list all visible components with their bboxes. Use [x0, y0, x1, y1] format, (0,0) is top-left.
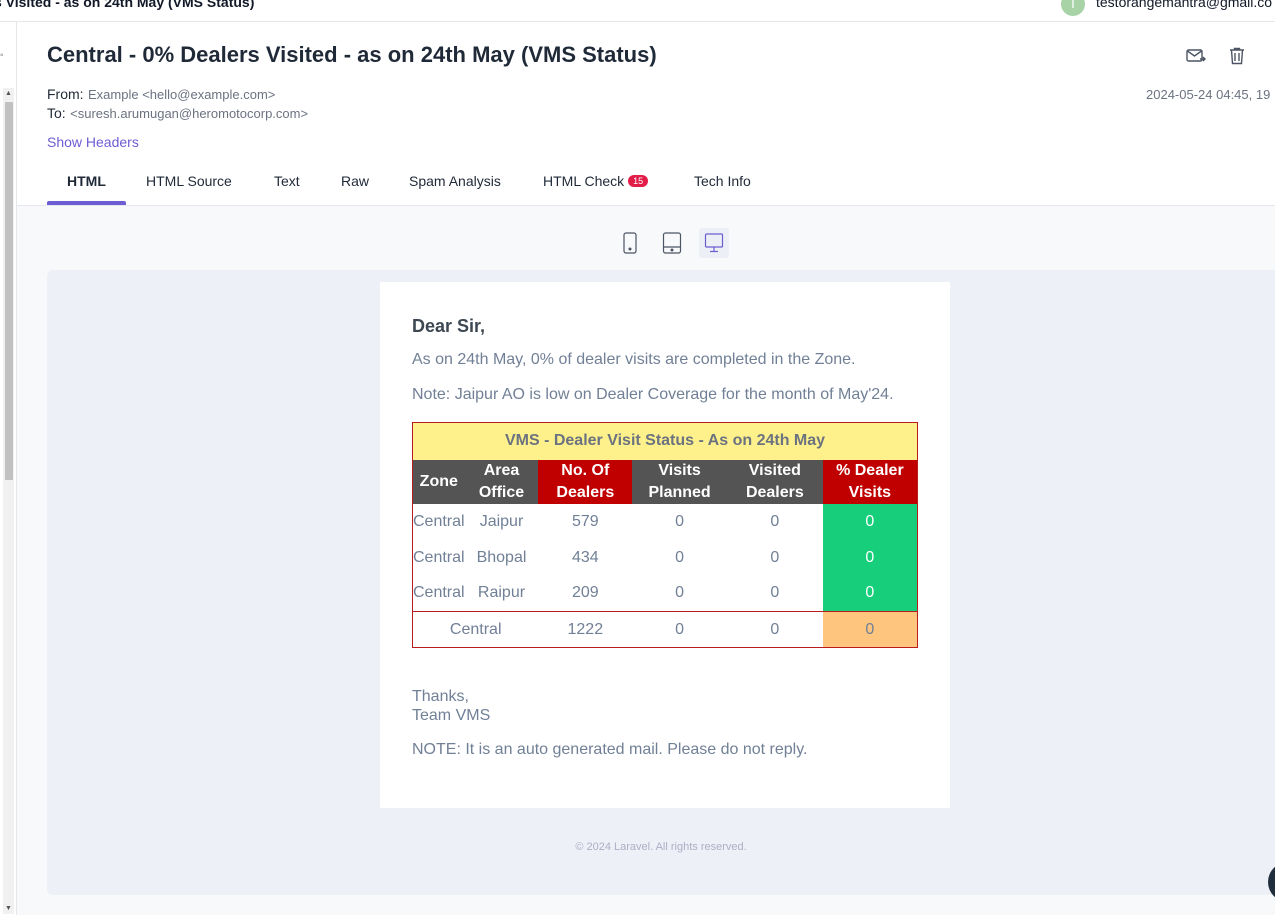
table-header-row: Zone Area Office No. Of Dealers Visits P…: [412, 459, 918, 504]
table-row: Central Bhopal 434 0 0 0: [413, 539, 918, 576]
cell-area-office: Jaipur: [479, 512, 524, 530]
col-visited-dealers: Visited Dealers: [726, 459, 823, 504]
cell-visits-planned: 0: [675, 584, 685, 602]
top-bar: s Visited - as on 24th May (VMS Status) …: [0, 0, 1275, 22]
left-panel-marker: ◦: [0, 50, 4, 61]
team-name: Team VMS: [412, 707, 491, 724]
email-line-2: Note: Jaipur AO is low on Dealer Coverag…: [412, 386, 894, 403]
col-zone: Zone: [412, 459, 465, 504]
tab-html-check[interactable]: HTML Check 15: [543, 173, 649, 189]
cell-visited-dealers: 0: [770, 548, 780, 566]
cell-dealer-visits-pct: 0: [822, 575, 918, 612]
mobile-icon[interactable]: [615, 228, 645, 258]
cell-no-of-dealers: 434: [571, 548, 599, 566]
email-signoff: Thanks, Team VMS: [412, 687, 490, 725]
tab-html[interactable]: HTML: [67, 173, 106, 189]
trash-icon[interactable]: [1226, 45, 1248, 67]
email-footer: © 2024 Laravel. All rights reserved.: [575, 841, 747, 853]
dealer-visit-status-table: VMS - Dealer Visit Status - As on 24th M…: [412, 422, 918, 648]
col-no-of-dealers: No. Of Dealers: [538, 459, 633, 504]
email-greeting: Dear Sir,: [412, 316, 486, 336]
from-label: From:: [47, 86, 84, 102]
cell-area-office: Raipur: [477, 584, 526, 602]
cell-visits-planned: 0: [675, 548, 685, 566]
cell-zone: Central: [413, 584, 465, 602]
avatar[interactable]: T: [1061, 0, 1085, 16]
total-visited-dealers: 0: [726, 611, 823, 648]
table-row: Central Raipur 209 0 0 0: [413, 575, 918, 612]
table-row: Central Jaipur 579 0 0 0: [413, 503, 918, 540]
show-headers-link[interactable]: Show Headers: [47, 134, 139, 150]
to-row: To: <suresh.arumugan@heromotocorp.com>: [47, 105, 308, 123]
auto-generated-note: NOTE: It is an auto generated mail. Plea…: [412, 741, 808, 758]
scroll-up-arrow-icon[interactable]: ▲: [3, 90, 14, 97]
tab-raw[interactable]: Raw: [341, 173, 369, 189]
scrollbar[interactable]: ▲ ▼: [3, 88, 14, 914]
tablet-icon[interactable]: [657, 228, 687, 258]
table-caption: VMS - Dealer Visit Status - As on 24th M…: [412, 422, 918, 460]
view-tabs: HTML HTML Source Text Raw Spam Analysis …: [17, 160, 1275, 206]
cell-visited-dealers: 0: [770, 584, 780, 602]
to-value: <suresh.arumugan@heromotocorp.com>: [70, 106, 309, 121]
window-title: s Visited - as on 24th May (VMS Status): [0, 0, 255, 10]
forward-icon[interactable]: [1185, 45, 1207, 67]
tab-spam-analysis[interactable]: Spam Analysis: [409, 173, 501, 189]
cell-area-office: Bhopal: [476, 548, 527, 566]
cell-zone: Central: [413, 512, 465, 530]
message-subject: Central - 0% Dealers Visited - as on 24t…: [47, 42, 657, 67]
html-check-count-badge: 15: [628, 175, 649, 187]
active-tab-indicator: [47, 201, 126, 205]
cell-no-of-dealers: 209: [571, 584, 599, 602]
account-email[interactable]: testorangemantra@gmail.co: [1096, 0, 1272, 10]
cell-no-of-dealers: 579: [571, 512, 599, 530]
total-zone: Central: [412, 611, 539, 648]
from-value: Example <hello@example.com>: [88, 87, 276, 102]
thanks-text: Thanks,: [412, 688, 469, 705]
from-row: From: Example <hello@example.com>: [47, 86, 275, 104]
cell-zone: Central: [413, 548, 465, 566]
table-total-row: Central 1222 0 0 0: [412, 611, 918, 648]
cell-visits-planned: 0: [675, 512, 685, 530]
col-visits-planned: Visits Planned: [632, 459, 727, 504]
desktop-icon[interactable]: [699, 228, 729, 258]
col-dealer-visits-pct: % Dealer Visits: [822, 459, 918, 504]
tab-text[interactable]: Text: [274, 173, 300, 189]
to-label: To:: [47, 105, 66, 121]
cell-visited-dealers: 0: [770, 512, 780, 530]
tab-tech-info[interactable]: Tech Info: [694, 173, 751, 189]
cell-dealer-visits-pct: 0: [822, 539, 918, 576]
total-dealer-visits-pct: 0: [822, 611, 918, 648]
message-date: 2024-05-24 04:45, 19: [1146, 87, 1271, 102]
scrollbar-thumb[interactable]: [5, 102, 13, 480]
scroll-down-arrow-icon[interactable]: ▼: [3, 905, 14, 912]
col-area-office: Area Office: [464, 459, 539, 504]
tab-html-source[interactable]: HTML Source: [146, 173, 232, 189]
total-visits-planned: 0: [632, 611, 727, 648]
tab-html-check-label: HTML Check: [543, 173, 625, 189]
cell-dealer-visits-pct: 0: [822, 503, 918, 540]
total-no-of-dealers: 1222: [538, 611, 633, 648]
email-line-1: As on 24th May, 0% of dealer visits are …: [412, 351, 856, 368]
